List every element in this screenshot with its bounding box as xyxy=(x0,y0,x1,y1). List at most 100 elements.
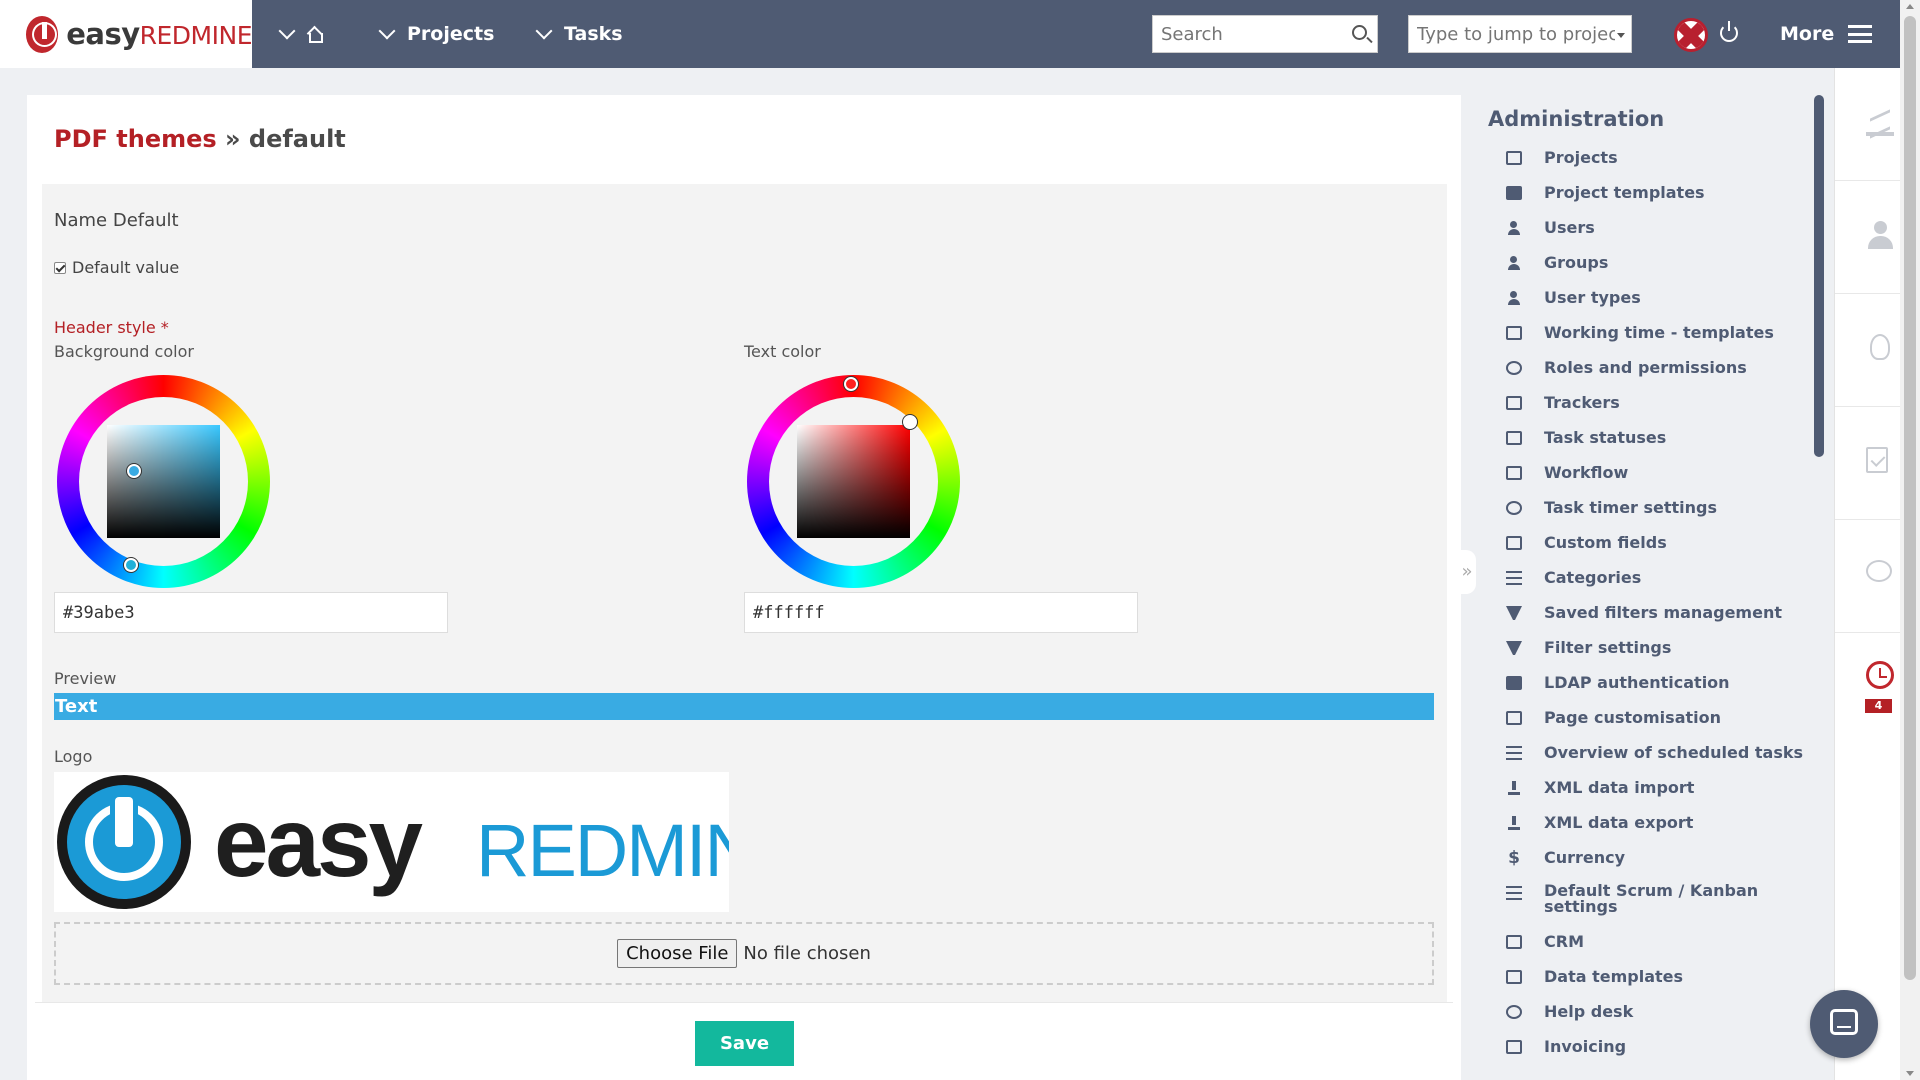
page-scrollbar-thumb[interactable] xyxy=(1904,16,1916,980)
admin-item-xml-data-export[interactable]: XML data export xyxy=(1506,813,1803,848)
easy-redmine-logo-icon xyxy=(26,15,59,53)
text-color-field-box xyxy=(744,592,1138,633)
admin-item-overview-of-scheduled-tasks[interactable]: Overview of scheduled tasks xyxy=(1506,743,1803,778)
text-hue-handle[interactable] xyxy=(844,377,858,391)
calendar-icon xyxy=(1506,326,1522,340)
admin-item-trackers[interactable]: Trackers xyxy=(1506,393,1803,428)
file-status-text: No file chosen xyxy=(743,943,871,964)
logo-text: easyREDMINE xyxy=(66,17,252,51)
admin-item-invoicing[interactable]: Invoicing xyxy=(1506,1037,1803,1072)
lightbulb-icon xyxy=(1870,334,1890,360)
text-color-wheel[interactable] xyxy=(747,375,960,588)
app-logo[interactable]: easyREDMINE xyxy=(0,0,253,68)
search-icon[interactable] xyxy=(1352,25,1367,40)
form-divider xyxy=(35,1002,1453,1003)
admin-item-roles-and-permissions[interactable]: Roles and permissions xyxy=(1506,358,1803,393)
admin-item-filter-settings[interactable]: Filter settings xyxy=(1506,638,1803,673)
background-color-wheel[interactable] xyxy=(57,375,270,588)
admin-item-xml-data-import[interactable]: XML data import xyxy=(1506,778,1803,813)
administration-title: Administration xyxy=(1488,107,1665,131)
admin-item-projects[interactable]: Projects xyxy=(1506,148,1803,183)
admin-item-crm[interactable]: CRM xyxy=(1506,932,1803,967)
dollar-icon: $ xyxy=(1508,848,1520,868)
user-profile-icon xyxy=(1866,221,1894,249)
file-drop-zone[interactable]: Choose File No file chosen xyxy=(54,922,1434,985)
filter-icon xyxy=(1506,641,1522,655)
hamburger-icon xyxy=(1848,25,1873,43)
admin-item-task-statuses[interactable]: Task statuses xyxy=(1506,428,1803,463)
admin-item-task-timer-settings[interactable]: Task timer settings xyxy=(1506,498,1803,533)
choose-file-button[interactable]: Choose File xyxy=(617,939,738,968)
tasks-menu[interactable]: Tasks xyxy=(535,0,623,68)
admin-item-workflow[interactable]: Workflow xyxy=(1506,463,1803,498)
scroll-down-arrow-icon[interactable] xyxy=(1906,1071,1914,1076)
filter-icon xyxy=(1506,606,1522,620)
header-style-label: Header style * xyxy=(54,318,169,337)
admin-item-users[interactable]: Users xyxy=(1506,218,1803,253)
default-value-checkbox[interactable] xyxy=(54,261,66,274)
copy-icon xyxy=(1506,970,1522,984)
default-value-label: Default value xyxy=(72,258,180,277)
admin-item-groups[interactable]: Groups xyxy=(1506,253,1803,288)
search-input[interactable] xyxy=(1153,16,1377,52)
admin-item-project-templates[interactable]: Project templates xyxy=(1506,183,1803,218)
chat-icon xyxy=(1506,1005,1522,1019)
jump-to-project-input[interactable] xyxy=(1409,16,1631,52)
projects-menu-label: Projects xyxy=(407,23,495,45)
user-avatar[interactable] xyxy=(1674,18,1708,52)
admin-item-saved-filters-management[interactable]: Saved filters management xyxy=(1506,603,1803,638)
home-icon xyxy=(307,27,323,43)
background-color-label: Background color xyxy=(54,342,194,361)
admin-item-ldap-authentication[interactable]: LDAP authentication xyxy=(1506,673,1803,708)
support-chat-button[interactable] xyxy=(1810,990,1878,1058)
logo-image-word-easy: easy xyxy=(214,787,423,897)
logout-power-icon[interactable] xyxy=(1720,21,1738,42)
more-menu[interactable]: More xyxy=(1780,0,1873,68)
chat-bubbles-icon xyxy=(1866,560,1892,582)
background-saturation-square[interactable] xyxy=(107,425,220,538)
page-scrollbar[interactable] xyxy=(1900,0,1920,1080)
text-saturation-handle[interactable] xyxy=(903,415,917,429)
scroll-up-arrow-icon[interactable] xyxy=(1906,4,1914,9)
admin-item-data-templates[interactable]: Data templates xyxy=(1506,967,1803,1002)
jump-to-project-box xyxy=(1408,15,1632,53)
search-box xyxy=(1152,15,1378,53)
name-label: Name xyxy=(54,210,108,231)
background-saturation-handle[interactable] xyxy=(127,464,141,478)
more-menu-label: More xyxy=(1780,23,1835,45)
chevron-down-icon xyxy=(535,22,553,40)
history-icon xyxy=(1506,501,1522,515)
logo-power-icon xyxy=(57,775,191,909)
home-menu[interactable] xyxy=(278,0,323,68)
text-saturation-square[interactable] xyxy=(797,425,910,538)
background-color-input[interactable] xyxy=(55,593,447,632)
breadcrumb-separator: » xyxy=(216,125,249,153)
invoice-icon xyxy=(1506,1040,1522,1054)
sidebar-scrollbar[interactable] xyxy=(1814,95,1824,457)
admin-item-user-types[interactable]: User types xyxy=(1506,288,1803,323)
background-color-field-box xyxy=(54,592,448,633)
main-content: PDF themes » default Name Default Defaul… xyxy=(27,95,1461,1080)
edit-icon xyxy=(1506,536,1522,550)
admin-item-working-time-templates[interactable]: Working time - templates xyxy=(1506,323,1803,358)
admin-item-currency[interactable]: $ Currency xyxy=(1506,848,1803,883)
download-icon xyxy=(1506,781,1522,795)
projects-menu[interactable]: Projects xyxy=(378,0,495,68)
admin-item-categories[interactable]: Categories xyxy=(1506,568,1803,603)
breadcrumb-pdf-themes[interactable]: PDF themes xyxy=(54,125,217,153)
admin-item-help-desk[interactable]: Help desk xyxy=(1506,1002,1803,1037)
crm-icon xyxy=(1506,935,1522,949)
stack-icon xyxy=(1506,746,1522,760)
admin-item-page-customisation[interactable]: Page customisation xyxy=(1506,708,1803,743)
page-title-text: default xyxy=(248,125,346,153)
administration-sidebar: Administration Projects Project template… xyxy=(1462,95,1834,1080)
admin-item-default-scrum-kanban-settings[interactable]: Default Scrum / Kanban settings xyxy=(1506,883,1803,932)
folder-filled-icon xyxy=(1506,186,1522,200)
save-button[interactable]: Save xyxy=(695,1021,794,1066)
user-types-icon xyxy=(1506,291,1522,305)
background-hue-handle[interactable] xyxy=(124,558,138,572)
document-icon xyxy=(1506,396,1522,410)
pdf-theme-form: Name Default Default value Header style … xyxy=(42,184,1447,1002)
admin-item-custom-fields[interactable]: Custom fields xyxy=(1506,533,1803,568)
text-color-input[interactable] xyxy=(745,593,1137,632)
